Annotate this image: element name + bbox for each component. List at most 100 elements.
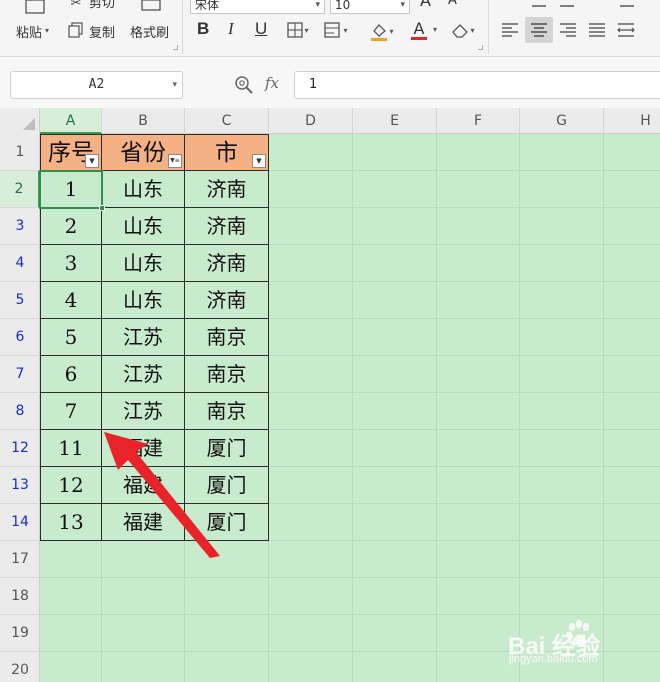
column-header-b[interactable]: B (102, 108, 185, 134)
table-cell[interactable]: 山东 (102, 171, 185, 208)
row-header-2[interactable]: 2 (0, 171, 40, 208)
column-header-h[interactable]: H (604, 108, 660, 134)
table-cell[interactable]: 南京 (185, 393, 269, 430)
gridline (352, 134, 353, 682)
fx-icon[interactable]: fx (265, 74, 279, 92)
scissors-icon[interactable]: ✂ (66, 0, 86, 11)
chevron-down-icon[interactable]: ▾ (172, 72, 177, 98)
table-cell[interactable]: 江苏 (102, 319, 185, 356)
table-cell[interactable]: 南京 (185, 319, 269, 356)
align-center-icon[interactable] (525, 17, 553, 43)
format-painter-button[interactable]: 格式刷 (130, 22, 169, 41)
fill-handle[interactable] (99, 205, 105, 211)
table-cell[interactable]: 福建 (102, 467, 185, 504)
table-cell[interactable]: 山东 (102, 282, 185, 319)
name-box[interactable]: A2 ▾ (10, 71, 183, 99)
table-cell[interactable]: 7 (40, 393, 102, 430)
row-header-14[interactable]: 14 (0, 504, 40, 541)
row-header-20[interactable]: 20 (0, 652, 40, 682)
table-cell[interactable]: 福建 (102, 504, 185, 541)
formula-input[interactable]: 1 (294, 71, 660, 99)
select-all-button[interactable] (0, 108, 40, 134)
paste-dropdown-icon[interactable]: ▾ (45, 26, 49, 35)
row-header-1[interactable]: 1 (0, 134, 40, 171)
active-filter-icon[interactable]: ▼≡ (168, 154, 182, 168)
cut-button[interactable]: 剪切 (89, 0, 115, 11)
table-cell[interactable]: 厦门 (185, 467, 269, 504)
align-left-icon[interactable] (498, 18, 522, 42)
table-cell[interactable]: 厦门 (185, 504, 269, 541)
column-header-d[interactable]: D (269, 108, 353, 134)
row-header-5[interactable]: 5 (0, 282, 40, 319)
chevron-down-icon: ▾ (400, 0, 405, 10)
table-header-cell[interactable]: 序号 ▼ (40, 134, 102, 171)
column-header-e[interactable]: E (353, 108, 437, 134)
distributed-align-icon[interactable] (614, 18, 638, 42)
row-header-18[interactable]: 18 (0, 578, 40, 615)
table-cell[interactable]: 山东 (102, 245, 185, 282)
table-cell[interactable]: 南京 (185, 356, 269, 393)
row-header-4[interactable]: 4 (0, 245, 40, 282)
increase-font-size-button[interactable]: A (420, 0, 431, 10)
row-header-17[interactable]: 17 (0, 541, 40, 578)
column-header-a[interactable]: A (40, 108, 102, 134)
table-cell[interactable]: 江苏 (102, 356, 185, 393)
clipboard-group-launcher[interactable] (173, 45, 178, 50)
eraser-icon[interactable]: ▾ (448, 20, 478, 40)
justify-icon[interactable] (585, 18, 609, 42)
table-cell[interactable]: 济南 (185, 171, 269, 208)
font-name-select[interactable]: 宋体 ▾ (190, 0, 325, 14)
table-cell[interactable]: 福建 (102, 430, 185, 467)
copy-button[interactable]: 复制 (89, 22, 115, 41)
row-header-3[interactable]: 3 (0, 208, 40, 245)
fill-pattern-icon[interactable]: ▾ (320, 20, 352, 40)
align-top-icon[interactable] (528, 0, 550, 10)
table-cell[interactable]: 12 (40, 467, 102, 504)
row-header-8[interactable]: 8 (0, 393, 40, 430)
copy-icon[interactable] (66, 21, 84, 39)
column-header-g[interactable]: G (520, 108, 604, 134)
font-group-launcher[interactable] (478, 45, 483, 50)
border-icon[interactable]: ▾ (283, 20, 313, 40)
table-cell[interactable]: 5 (40, 319, 102, 356)
align-middle-icon[interactable] (556, 0, 578, 10)
table-cell[interactable]: 4 (40, 282, 102, 319)
font-color-icon[interactable]: A (404, 18, 434, 42)
filter-dropdown-icon[interactable]: ▼ (252, 154, 266, 168)
underline-button[interactable]: U (255, 19, 267, 39)
italic-button[interactable]: I (228, 19, 234, 39)
bold-button[interactable]: B (197, 19, 209, 39)
align-right-icon[interactable] (556, 18, 580, 42)
fill-color-icon[interactable]: ▾ (366, 20, 398, 42)
column-header-f[interactable]: F (437, 108, 520, 134)
column-header-c[interactable]: C (185, 108, 269, 134)
row-header-19[interactable]: 19 (0, 615, 40, 652)
font-size-select[interactable]: 10 ▾ (330, 0, 410, 14)
spreadsheet-grid[interactable]: ABCDEFGH 1 2 3 4 5 6 7 8 12 13 14 17 18 19 20 序号 ▼ 省份 ▼≡ 市… (0, 108, 660, 682)
table-cell[interactable]: 13 (40, 504, 102, 541)
table-cell[interactable]: 6 (40, 356, 102, 393)
table-cell[interactable]: 江苏 (102, 393, 185, 430)
zoom-search-icon[interactable] (234, 75, 254, 95)
decrease-font-size-button[interactable]: A (448, 0, 457, 8)
table-cell[interactable]: 济南 (185, 208, 269, 245)
paste-button[interactable]: 粘贴 (16, 22, 42, 41)
table-header-cell[interactable]: 省份 ▼≡ (102, 134, 185, 171)
table-cell[interactable]: 济南 (185, 282, 269, 319)
paste-icon[interactable] (22, 0, 48, 14)
row-header-13[interactable]: 13 (0, 467, 40, 504)
table-cell[interactable]: 2 (40, 208, 102, 245)
table-header-cell[interactable]: 市 ▼ (185, 134, 269, 171)
align-bottom-icon[interactable] (616, 0, 638, 10)
table-cell[interactable]: 3 (40, 245, 102, 282)
table-cell[interactable]: 山东 (102, 208, 185, 245)
font-color-dropdown-icon[interactable]: ▾ (433, 25, 437, 34)
format-painter-icon[interactable] (140, 0, 162, 14)
filter-dropdown-icon[interactable]: ▼ (85, 154, 99, 168)
table-cell[interactable]: 济南 (185, 245, 269, 282)
table-cell[interactable]: 11 (40, 430, 102, 467)
row-header-7[interactable]: 7 (0, 356, 40, 393)
row-header-12[interactable]: 12 (0, 430, 40, 467)
row-header-6[interactable]: 6 (0, 319, 40, 356)
table-cell[interactable]: 厦门 (185, 430, 269, 467)
